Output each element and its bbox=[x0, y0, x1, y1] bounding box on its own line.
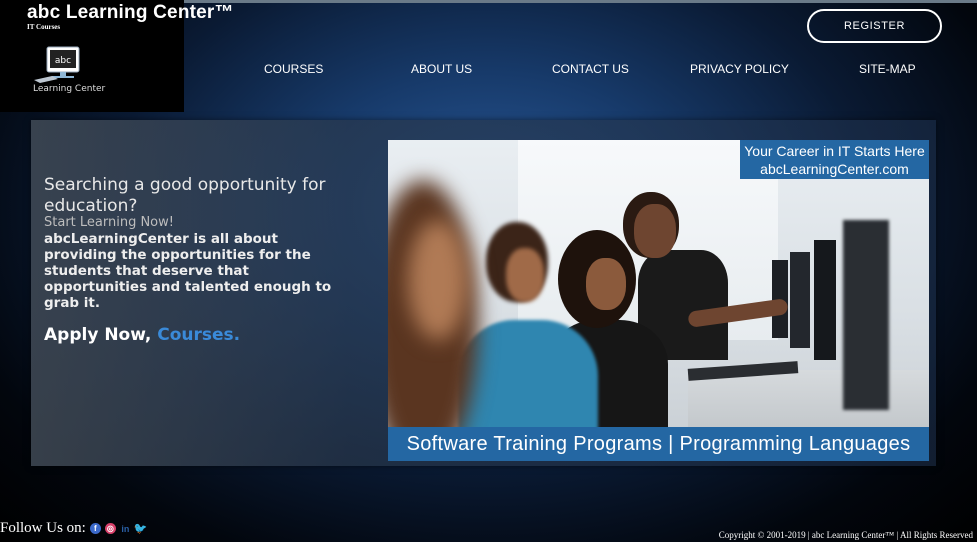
hero-sub-line: Start Learning Now! bbox=[44, 215, 174, 230]
instagram-icon[interactable]: ◎ bbox=[104, 523, 116, 534]
facebook-icon[interactable]: f bbox=[89, 523, 101, 534]
photo-person bbox=[506, 248, 544, 302]
nav-site-map[interactable]: SITE-MAP bbox=[859, 62, 916, 76]
apply-now: Apply Now, Courses. bbox=[44, 325, 240, 345]
hero-photo bbox=[388, 140, 929, 461]
banner-tagline: Your Career in IT Starts Here bbox=[744, 143, 925, 159]
follow-label: Follow Us on: bbox=[0, 520, 86, 536]
photo-monitor bbox=[814, 240, 836, 360]
banner-site: abcLearningCenter.com bbox=[760, 161, 909, 177]
hero-description: abcLearningCenter is all about providing… bbox=[44, 231, 332, 311]
hero-headline: Searching a good opportunity for educati… bbox=[44, 175, 326, 216]
banner-top-caption: Your Career in IT Starts Here abcLearnin… bbox=[740, 140, 929, 179]
copyright: Copyright © 2001-2019 | abc Learning Cen… bbox=[718, 530, 973, 540]
follow-us: Follow Us on: f ◎ in 🐦 bbox=[0, 520, 148, 537]
banner-bottom-caption: Software Training Programs | Programming… bbox=[388, 427, 929, 461]
brand-subtitle: IT Courses bbox=[27, 23, 61, 31]
courses-link[interactable]: Courses. bbox=[157, 325, 240, 345]
brand-title: abc Learning Center™ bbox=[27, 2, 234, 23]
logo-text: abc bbox=[55, 56, 71, 66]
photo-monitor bbox=[790, 252, 810, 348]
nav-about-us[interactable]: ABOUT US bbox=[411, 62, 472, 76]
photo-person bbox=[586, 258, 626, 310]
nav-contact-us[interactable]: CONTACT US bbox=[552, 62, 629, 76]
twitter-icon[interactable]: 🐦 bbox=[134, 523, 148, 535]
logo-label: Learning Center bbox=[33, 84, 106, 94]
photo-monitor bbox=[843, 220, 889, 410]
register-button[interactable]: REGISTER bbox=[807, 9, 942, 43]
photo-person bbox=[634, 204, 676, 258]
nav-privacy-policy[interactable]: PRIVACY POLICY bbox=[690, 62, 789, 76]
photo-person bbox=[408, 220, 468, 340]
linkedin-icon[interactable]: in bbox=[120, 523, 131, 534]
brand[interactable]: abc Learning Center™ IT Courses bbox=[27, 2, 234, 31]
nav-courses[interactable]: COURSES bbox=[264, 62, 323, 76]
apply-now-text: Apply Now, bbox=[44, 325, 152, 345]
